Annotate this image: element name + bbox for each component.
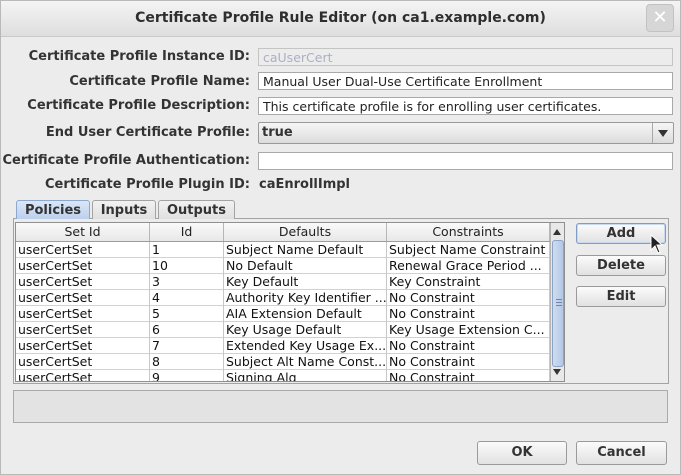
- title-bar: Certificate Profile Rule Editor (on ca1.…: [1, 1, 680, 37]
- status-area: [13, 390, 668, 423]
- window-title: Certificate Profile Rule Editor (on ca1.…: [135, 10, 546, 26]
- column-header-defaults[interactable]: Defaults: [224, 223, 387, 241]
- table-row[interactable]: userCertSet 3 Key Default Key Constraint: [16, 274, 550, 290]
- cell-set-id: userCertSet: [16, 370, 150, 381]
- instance-id-field: caUserCert: [258, 48, 673, 66]
- cell-id: 6: [150, 322, 224, 338]
- ok-button[interactable]: OK: [477, 441, 567, 465]
- column-header-id[interactable]: Id: [150, 223, 224, 241]
- chevron-down-icon[interactable]: [652, 123, 673, 143]
- column-header-set-id[interactable]: Set Id: [16, 223, 150, 241]
- cell-id: 4: [150, 290, 224, 306]
- cell-set-id: userCertSet: [16, 290, 150, 306]
- cell-default: Extended Key Usage Ex...: [226, 338, 387, 354]
- table-row[interactable]: userCertSet 7 Extended Key Usage Ex... No C…: [16, 338, 550, 354]
- cell-set-id: userCertSet: [16, 242, 150, 258]
- table-scrollbar[interactable]: [550, 223, 564, 381]
- cell-set-id: userCertSet: [16, 306, 150, 322]
- cell-default: Signing Alg: [224, 370, 387, 381]
- close-icon[interactable]: ✕: [646, 4, 674, 32]
- cell-set-id: userCertSet: [16, 258, 150, 274]
- scrollbar-thumb[interactable]: [552, 240, 564, 367]
- tab-outputs[interactable]: Outputs: [158, 200, 235, 219]
- table-header: Set Id Id Defaults Constraints: [16, 223, 550, 242]
- cell-set-id: userCertSet: [16, 354, 150, 370]
- grip-line: [556, 305, 562, 306]
- end-user-profile-value: true: [262, 125, 293, 140]
- cell-default: Subject Alt Name Const...: [226, 354, 387, 370]
- cell-constraint: Renewal Grace Period ...: [387, 258, 550, 274]
- table-row[interactable]: userCertSet 10 No Default Renewal Grace Per…: [16, 258, 550, 274]
- profile-name-label: Certificate Profile Name:: [69, 74, 250, 89]
- dialog-window: Certificate Profile Rule Editor (on ca1.…: [0, 0, 681, 475]
- cell-set-id: userCertSet: [16, 322, 150, 338]
- edit-button[interactable]: Edit: [576, 286, 666, 307]
- cell-default: Key Usage Default: [224, 322, 387, 338]
- cell-set-id: userCertSet: [16, 274, 150, 290]
- table-row[interactable]: userCertSet 6 Key Usage Default Key Usage E…: [16, 322, 550, 338]
- cancel-button[interactable]: Cancel: [576, 441, 667, 465]
- end-user-profile-label: End User Certificate Profile:: [45, 125, 250, 140]
- cell-constraint: No Constraint: [387, 338, 550, 354]
- tab-inputs[interactable]: Inputs: [92, 200, 156, 219]
- cell-default: Authority Key Identifier ...: [226, 290, 387, 306]
- mouse-pointer-icon: [650, 234, 664, 254]
- profile-description-label: Certificate Profile Description:: [27, 98, 250, 113]
- grip-line: [556, 299, 562, 300]
- cell-default: No Default: [224, 258, 387, 274]
- table-row[interactable]: userCertSet 1 Subject Name Default Subject …: [16, 242, 550, 258]
- cell-id: 5: [150, 306, 224, 322]
- cell-default: AIA Extension Default: [224, 306, 387, 322]
- cell-constraint: Key Usage Extension C...: [387, 322, 550, 338]
- cell-constraint: Key Constraint: [387, 274, 550, 290]
- table-row[interactable]: userCertSet 5 AIA Extension Default No Cons…: [16, 306, 550, 322]
- profile-name-field[interactable]: Manual User Dual-Use Certificate Enrollm…: [258, 72, 673, 90]
- delete-button[interactable]: Delete: [576, 255, 666, 276]
- table-row[interactable]: userCertSet 4 Authority Key Identifier ...…: [16, 290, 550, 306]
- table-row[interactable]: userCertSet 9 Signing Alg No Constraint: [16, 370, 550, 381]
- instance-id-label: Certificate Profile Instance ID:: [28, 49, 250, 64]
- cell-constraint: No Constraint: [387, 370, 550, 381]
- column-header-constraints[interactable]: Constraints: [387, 223, 550, 241]
- table-row[interactable]: userCertSet 8 Subject Alt Name Const... No …: [16, 354, 550, 370]
- plugin-id-value: caEnrollImpl: [259, 177, 351, 192]
- policies-table: Set Id Id Defaults Constraints userCertS…: [15, 222, 565, 382]
- cell-id: 10: [150, 258, 224, 274]
- cell-default: Key Default: [224, 274, 387, 290]
- cell-id: 8: [150, 354, 224, 370]
- cell-id: 9: [150, 370, 224, 381]
- cell-set-id: userCertSet: [16, 338, 150, 354]
- cell-constraint: No Constraint: [387, 290, 550, 306]
- cell-id: 7: [150, 338, 224, 354]
- scroll-up-icon[interactable]: [551, 225, 564, 238]
- grip-line: [556, 302, 562, 303]
- cell-constraint: No Constraint: [387, 306, 550, 322]
- cell-constraint: Subject Name Constraint: [387, 242, 550, 258]
- cell-id: 1: [150, 242, 224, 258]
- cell-id: 3: [150, 274, 224, 290]
- authentication-field[interactable]: [258, 152, 673, 170]
- end-user-profile-select[interactable]: true: [258, 122, 674, 144]
- profile-description-field[interactable]: This certificate profile is for enrollin…: [258, 97, 673, 115]
- tab-policies[interactable]: Policies: [16, 200, 90, 219]
- cell-constraint: No Constraint: [387, 354, 550, 370]
- authentication-label: Certificate Profile Authentication:: [2, 153, 250, 168]
- cell-default: Subject Name Default: [224, 242, 387, 258]
- scroll-down-icon[interactable]: [551, 366, 564, 379]
- plugin-id-label: Certificate Profile Plugin ID:: [44, 177, 250, 192]
